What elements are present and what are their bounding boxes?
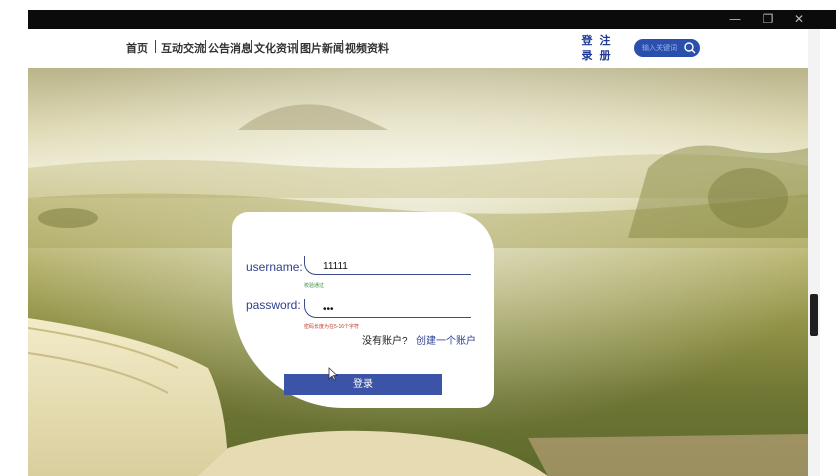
username-value: 11111 [323,261,348,272]
vertical-scrollbar[interactable] [808,29,820,476]
nav-divider [251,40,252,53]
password-value: ••• [323,304,334,315]
mouse-cursor-icon [328,367,338,381]
restore-icon[interactable]: ❐ [758,10,778,29]
nav-item-videos[interactable]: 视频资料 [345,40,389,56]
login-link-char: 登 [581,35,593,47]
nav-item-interaction[interactable]: 互动交流 [161,40,205,56]
nav-divider [205,40,206,53]
window-titlebar: — ❐ ✕ [28,10,836,29]
login-link-char: 录 [581,50,593,62]
nav-item-culture[interactable]: 文化资讯 [254,40,298,56]
password-hint: 密码长度为在5-16个字符 [304,324,360,330]
username-field[interactable]: 11111 [304,256,471,275]
login-button[interactable]: 登录 [284,374,442,395]
top-navigation: 首页 互动交流 公告消息 文化资讯 图片新闻 视频资料 登 录 注 册 输入关键… [28,29,808,68]
login-link[interactable]: 登 录 [581,34,593,64]
register-link[interactable]: 注 册 [599,34,611,64]
search-placeholder: 输入关键词 [642,45,677,52]
username-label: username: [246,260,303,274]
create-account-link[interactable]: 创建一个账户 [416,332,476,347]
minimize-icon[interactable]: — [725,10,745,29]
username-hint: 校验通过 [304,283,325,289]
search-icon[interactable] [682,40,698,56]
no-account-text: 没有账户? [362,336,408,347]
scrollbar-thumb[interactable] [810,294,818,336]
password-field[interactable]: ••• [304,299,471,318]
nav-divider [155,40,156,53]
register-link-char: 册 [599,50,611,62]
nav-divider [297,40,298,53]
nav-divider [342,40,343,53]
nav-item-photo-news[interactable]: 图片新闻 [300,40,344,56]
nav-item-home[interactable]: 首页 [126,40,148,56]
window-edge [820,29,836,476]
nav-item-announcements[interactable]: 公告消息 [208,40,252,56]
search-box[interactable]: 输入关键词 [634,39,700,57]
register-link-char: 注 [599,35,611,47]
login-card: username: 11111 校验通过 password: ••• 密码长度为… [232,212,494,408]
close-icon[interactable]: ✕ [789,10,809,29]
password-label: password: [246,298,301,312]
